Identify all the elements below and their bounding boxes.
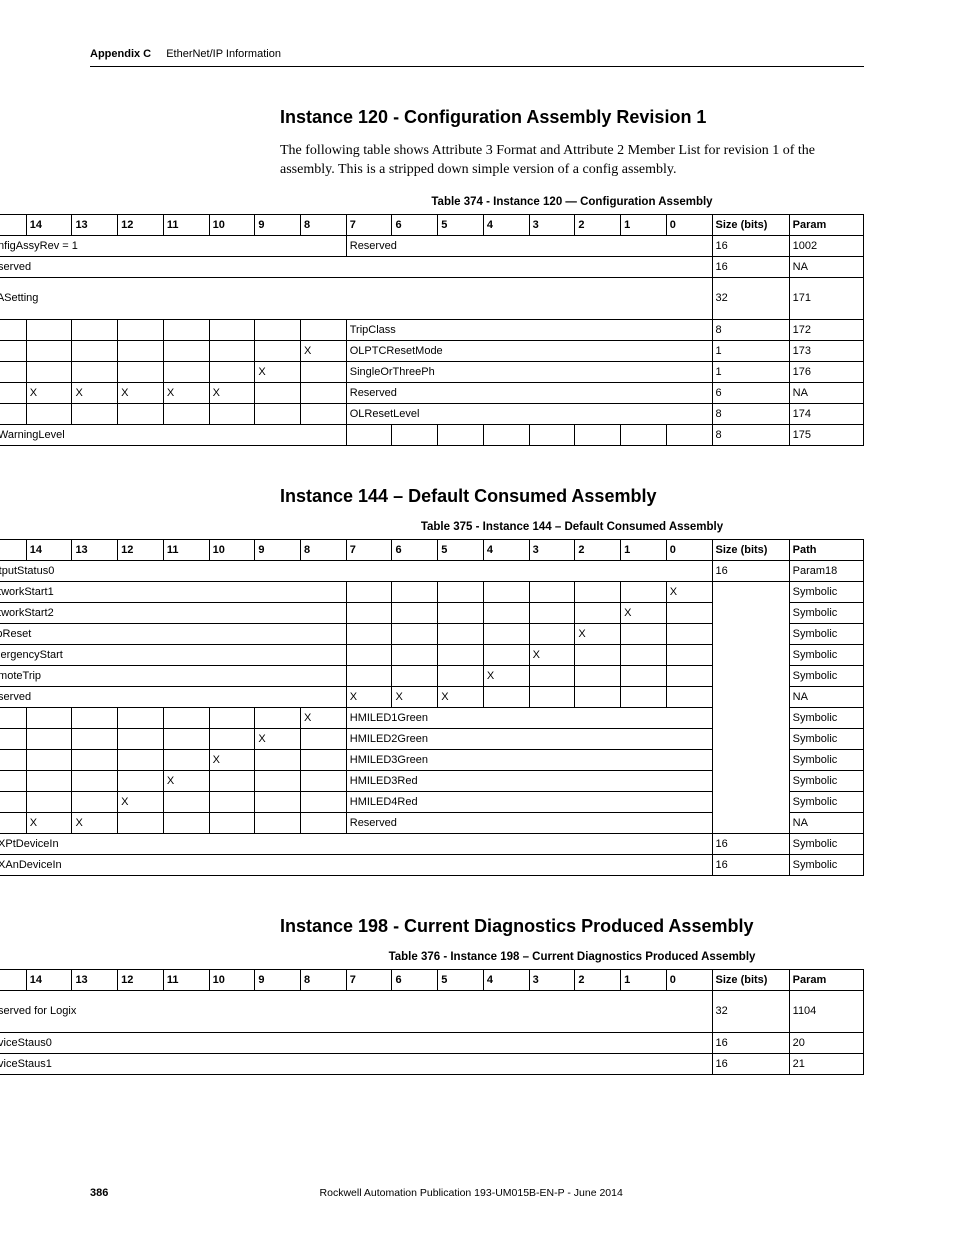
sec120-para: The following table shows Attribute 3 Fo… <box>280 142 864 180</box>
page-number: 386 <box>90 1187 108 1199</box>
sec120-title: Instance 120 - Configuration Assembly Re… <box>280 107 864 128</box>
table-row: 3 DeviceStaus1 16 21 <box>0 1053 864 1074</box>
th-size: Size (bits) <box>712 214 789 235</box>
table-row: 3 DLXAnDeviceIn 16 Symbolic <box>0 854 864 875</box>
table-row: 4 3 TripClass 8 172 <box>0 319 864 340</box>
table-row: INT DINT 15141312 111098 7654 3210 Size … <box>0 539 864 560</box>
sec144-caption: Table 375 - Instance 144 – Default Consu… <box>280 521 864 533</box>
page-footer: 386 Rockwell Automation Publication 193-… <box>90 1187 864 1199</box>
sec144-title: Instance 144 – Default Consumed Assembly <box>280 486 864 507</box>
table-row: 2 1 DLXPtDeviceIn 16 Symbolic <box>0 833 864 854</box>
sec198-caption: Table 376 - Instance 198 – Current Diagn… <box>280 951 864 963</box>
table-row: 2 1 FLASetting 32 171 <box>0 277 864 298</box>
running-header: Appendix C EtherNet/IP Information <box>90 48 864 67</box>
table-row: 5 OLResetLevel 8 174 <box>0 403 864 424</box>
table-row: 0 0 OutputStatus0 16 Param18 <box>0 560 864 581</box>
table-row: INT DINT 15141312 111098 7654 3210 Size … <box>0 214 864 235</box>
table-row: 0 0 ConfigAssyRev = 1 Reserved 16 1002 <box>0 235 864 256</box>
table-row: 1 Reserved 16 NA <box>0 256 864 277</box>
table-row: OLWarningLevel 8 175 <box>0 424 864 445</box>
table-375: INT DINT 15141312 111098 7654 3210 Size … <box>0 539 864 876</box>
sec120-caption: Table 374 - Instance 120 — Configuration… <box>280 196 864 208</box>
table-row: 1 NetworkStart1 X Symbolic <box>0 581 864 602</box>
table-row: XXX XXX Reserved 6 NA <box>0 382 864 403</box>
sec198-title: Instance 198 - Current Diagnostics Produ… <box>280 916 864 937</box>
appendix-label: Appendix C <box>90 48 151 60</box>
table-row: 0 0 Reserved for Logix 32 1104 <box>0 990 864 1011</box>
th-param: Param <box>789 214 863 235</box>
table-374: INT DINT 15141312 111098 7654 3210 Size … <box>0 214 864 446</box>
table-row: INT DINT 15141312 111098 7654 3210 Size … <box>0 969 864 990</box>
table-row: 2 1 DeviceStaus0 16 20 <box>0 1032 864 1053</box>
table-376: INT DINT 15141312 111098 7654 3210 Size … <box>0 969 864 1075</box>
publication-id: Rockwell Automation Publication 193-UM01… <box>108 1187 834 1199</box>
chapter-label: EtherNet/IP Information <box>166 48 281 60</box>
table-row: X SingleOrThreePh 1 176 <box>0 361 864 382</box>
table-row: X OLPTCResetMode 1 173 <box>0 340 864 361</box>
